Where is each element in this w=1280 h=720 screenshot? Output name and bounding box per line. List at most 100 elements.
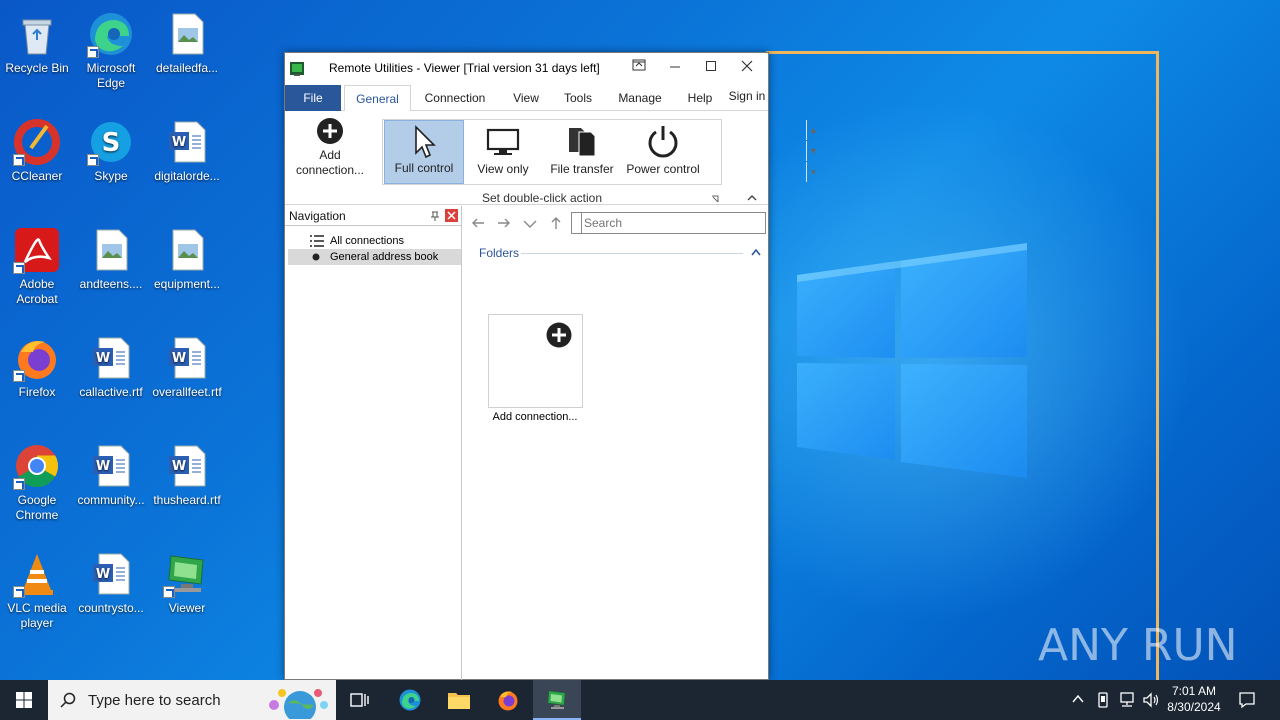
gallery-scroll-up-button[interactable]: ▲ [806, 120, 820, 140]
pin-icon[interactable] [429, 210, 441, 222]
desktop-icon-adobe-acrobat[interactable]: Adobe Acrobat [0, 222, 74, 322]
clock-time: 7:01 AM [1171, 684, 1217, 698]
desktop-icon-skype[interactable]: S Skype [74, 114, 148, 214]
desktop-icon-edge[interactable]: Microsoft Edge [74, 6, 148, 106]
desktop-icon-label: countrysto... [78, 601, 144, 615]
ribbon-tabs: File General Connection View Tools Manag… [285, 83, 769, 112]
power-icon [648, 126, 678, 158]
mode-label: Power control [626, 162, 700, 176]
word-document-icon: W [87, 334, 135, 382]
sign-in-link[interactable]: Sign in [725, 83, 769, 109]
mode-label: File transfer [550, 162, 614, 176]
mode-label: Full control [394, 161, 454, 175]
folders-section-label: Folders [479, 246, 520, 260]
tab-manage[interactable]: Manage [610, 85, 670, 111]
add-connection-tile-label[interactable]: Add connection... [475, 411, 595, 423]
add-connection-tile[interactable] [488, 314, 583, 408]
nav-item-label: All connections [330, 235, 404, 247]
word-document-icon: W [87, 442, 135, 490]
nav-item-all-connections[interactable]: All connections [288, 233, 461, 249]
chevron-up-icon[interactable] [1072, 694, 1084, 704]
dialog-launcher-icon[interactable] [711, 195, 719, 203]
collapse-ribbon-icon[interactable] [747, 193, 757, 203]
taskbar-clock[interactable]: 7:01 AM 8/30/2024 [1162, 683, 1226, 715]
search-box[interactable] [581, 212, 766, 234]
tab-file[interactable]: File [285, 85, 341, 111]
desktop-icon-firefox[interactable]: Firefox [0, 330, 74, 430]
desktop-icon-ccleaner[interactable]: CCleaner [0, 114, 74, 214]
desktop-icon-digitalorde[interactable]: W digitalorde... [150, 114, 224, 214]
word-document-icon: W [163, 334, 211, 382]
taskbar-firefox-button[interactable] [484, 680, 532, 720]
add-connection-button[interactable]: Add connection... [291, 117, 369, 178]
up-arrow-icon[interactable] [551, 216, 561, 230]
desktop-icon-vlc[interactable]: VLC media player [0, 546, 74, 646]
collapse-section-icon[interactable] [751, 248, 761, 256]
ribbon-group-label: Set double-click action [481, 191, 603, 205]
nav-item-general-address-book[interactable]: General address book [288, 249, 461, 265]
desktop-icon-callactive[interactable]: W callactive.rtf [74, 330, 148, 430]
mode-view-only[interactable]: View only [465, 120, 541, 184]
svg-text:W: W [96, 459, 110, 474]
desktop-icon-detailedfa[interactable]: detailedfa... [150, 6, 224, 106]
desktop-icon-viewer[interactable]: Viewer [150, 546, 224, 646]
search-icon [60, 692, 76, 708]
desktop-icon-label: Skype [94, 169, 128, 183]
search-input[interactable] [582, 213, 762, 233]
start-button[interactable] [0, 680, 48, 720]
ccleaner-icon [13, 118, 61, 166]
close-button[interactable] [729, 53, 765, 83]
tab-view[interactable]: View [505, 85, 547, 111]
forward-arrow-icon[interactable] [497, 218, 511, 228]
desktop-icon-label: Adobe Acrobat [16, 277, 58, 306]
taskbar-edge-button[interactable] [386, 680, 434, 720]
bullet-icon [312, 253, 320, 261]
volume-icon[interactable] [1142, 692, 1160, 708]
task-view-button[interactable] [336, 680, 384, 720]
taskbar-viewer-button[interactable] [533, 680, 581, 720]
desktop-icon-label: detailedfa... [155, 61, 219, 75]
gallery-scroll-down-button[interactable]: ▼ [806, 141, 820, 161]
chevron-down-icon[interactable] [523, 219, 537, 229]
tab-connection[interactable]: Connection [415, 85, 495, 111]
mode-full-control[interactable]: Full control [384, 120, 464, 184]
network-icon[interactable] [1118, 692, 1136, 708]
remote-utilities-viewer-window: Remote Utilities - Viewer [Trial version… [284, 52, 818, 680]
desktop-icon-countrysto[interactable]: W countrysto... [74, 546, 148, 646]
desktop-icon-chrome[interactable]: Google Chrome [0, 438, 74, 538]
shortcut-arrow-icon [13, 586, 25, 598]
desktop-icon-recycle-bin[interactable]: Recycle Bin [0, 6, 74, 106]
shortcut-arrow-icon [163, 586, 175, 598]
notifications-icon[interactable] [1238, 691, 1256, 709]
desktop-icon-label: Viewer [168, 601, 206, 615]
image-file-icon [163, 10, 211, 58]
title-bar[interactable]: Remote Utilities - Viewer [Trial version… [285, 53, 768, 83]
tab-tools[interactable]: Tools [555, 85, 601, 111]
gallery-expand-button[interactable]: ▾ [806, 162, 820, 182]
tab-general[interactable]: General [344, 85, 411, 112]
desktop-icon-label: overallfeet.rtf [152, 385, 222, 399]
maximize-button[interactable] [693, 53, 729, 83]
minimize-button[interactable] [657, 53, 693, 83]
restore-ribbon-button[interactable] [621, 53, 657, 83]
desktop-icon-equipment[interactable]: equipment... [150, 222, 224, 322]
ribbon-panel: Add connection... Full control View only… [285, 111, 818, 205]
back-arrow-icon[interactable] [471, 218, 485, 228]
taskbar-file-explorer-button[interactable] [435, 680, 483, 720]
desktop-icon-andteens[interactable]: andteens.... [74, 222, 148, 322]
svg-text:W: W [172, 135, 186, 150]
taskbar-search-box[interactable]: Type here to search [48, 680, 336, 720]
device-icon[interactable] [1096, 692, 1110, 708]
desktop-icon-thusheard[interactable]: W thusheard.rtf [150, 438, 224, 538]
mode-file-transfer[interactable]: File transfer [543, 120, 621, 184]
tab-help[interactable]: Help [678, 85, 722, 111]
desktop-icon-label: VLC media player [7, 601, 67, 630]
mode-power-control[interactable]: Power control [623, 120, 703, 184]
monitor-icon [486, 128, 520, 155]
desktop-icon-community[interactable]: W community... [74, 438, 148, 538]
close-pane-icon[interactable] [445, 209, 458, 222]
address-bar-stub[interactable] [571, 212, 581, 234]
taskbar: Type here to search 7:01 AM 8/30/2024 [0, 680, 1280, 720]
add-circle-icon [546, 322, 572, 348]
desktop-icon-overallfeet[interactable]: W overallfeet.rtf [150, 330, 224, 430]
